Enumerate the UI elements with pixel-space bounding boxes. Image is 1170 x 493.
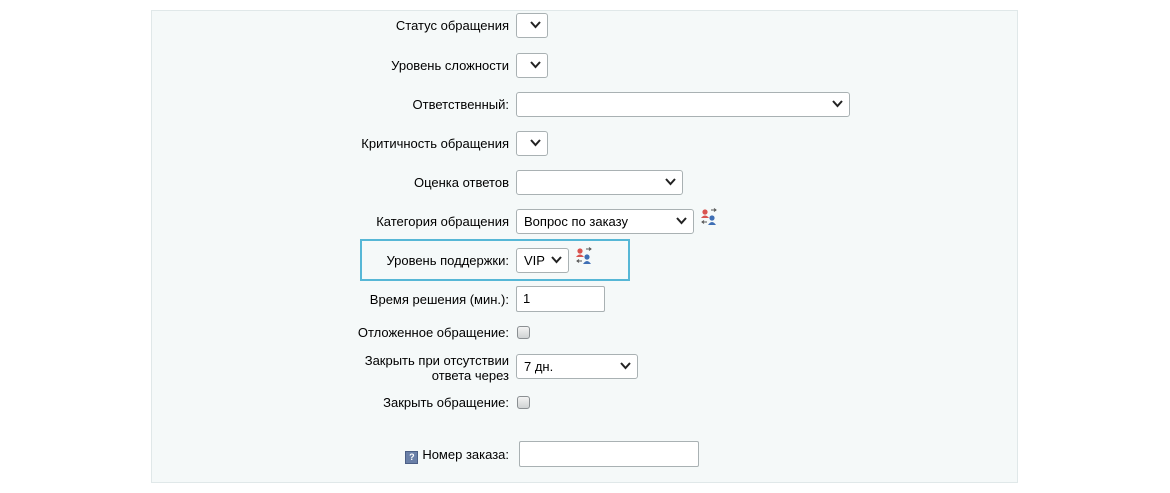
chevron-down-icon [832,93,843,108]
chevron-down-icon [620,355,631,370]
status-label: Статус обращения [395,18,509,33]
chevron-down-icon [551,249,562,264]
category-label: Категория обращения [376,214,509,229]
autoclose-select[interactable]: 7 дн. [516,354,638,379]
support-level-value: VIP [524,253,545,268]
users-swap-icon[interactable] [575,247,593,265]
resolve-time-input[interactable]: 1 [516,286,605,312]
deferred-checkbox[interactable] [517,326,530,339]
responsible-select[interactable] [516,92,850,117]
chevron-down-icon [676,210,687,225]
close-label: Закрыть обращение: [383,395,509,410]
rating-label: Оценка ответов [413,175,509,190]
autoclose-label-line2: ответа через [431,368,509,383]
chevron-down-icon [530,14,541,29]
close-checkbox[interactable] [517,396,530,409]
support-level-label: Уровень поддержки: [386,253,509,268]
order-number-input[interactable] [519,441,699,467]
rating-select[interactable] [516,170,683,195]
chevron-down-icon [665,171,676,186]
support-level-select[interactable]: VIP [516,248,569,273]
responsible-label: Ответственный: [412,97,509,112]
resolve-time-label: Время решения (мин.): [369,292,509,307]
status-select[interactable] [516,13,548,38]
difficulty-label: Уровень сложности [391,58,509,73]
order-number-label-text: Номер заказа: [422,447,509,462]
chevron-down-icon [530,132,541,147]
chevron-down-icon [530,54,541,69]
autoclose-label: Закрыть при отсутствии ответа через [365,353,509,383]
category-select-value: Вопрос по заказу [524,214,628,229]
difficulty-select[interactable] [516,53,548,78]
help-icon[interactable]: ? [405,451,419,464]
criticality-select[interactable] [516,131,548,156]
category-select[interactable]: Вопрос по заказу [516,209,694,234]
deferred-label: Отложенное обращение: [357,325,509,340]
autoclose-value: 7 дн. [524,359,554,374]
autoclose-label-line1: Закрыть при отсутствии [364,353,509,368]
criticality-label: Критичность обращения [361,136,509,151]
order-number-label: ? Номер заказа: [405,447,509,464]
users-swap-icon[interactable] [700,208,718,226]
